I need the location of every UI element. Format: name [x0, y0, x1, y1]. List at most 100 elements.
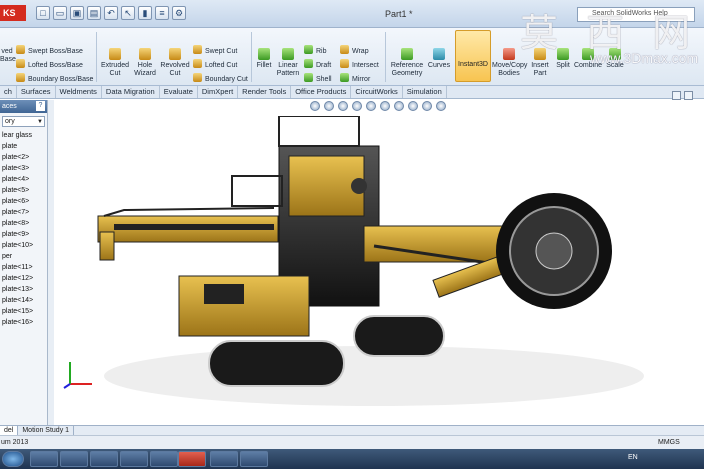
- save-icon[interactable]: ▣: [70, 6, 84, 20]
- appearance-list-item[interactable]: plate<3>: [0, 163, 47, 174]
- appearance-list-item[interactable]: plate<11>: [0, 262, 47, 273]
- wrap-button[interactable]: Wrap: [340, 45, 369, 56]
- file-properties-icon[interactable]: ≡: [155, 6, 169, 20]
- appearance-list-item[interactable]: lear glass: [0, 130, 47, 141]
- taskbar-solidworks-icon[interactable]: [178, 451, 206, 467]
- new-file-icon[interactable]: □: [36, 6, 50, 20]
- appearance-list-item[interactable]: per: [0, 251, 47, 262]
- tab-weldments[interactable]: Weldments: [56, 86, 102, 98]
- hole-wizard-button[interactable]: Hole Wizard: [131, 48, 159, 78]
- appearance-list-item[interactable]: plate<9>: [0, 229, 47, 240]
- boom-end: [99, 231, 115, 261]
- help-icon[interactable]: ?: [36, 101, 45, 111]
- linear-pattern-button[interactable]: Linear Pattern: [275, 48, 301, 78]
- display-style-icon[interactable]: [380, 101, 390, 111]
- view-settings-icon[interactable]: [436, 101, 446, 111]
- taskbar-app2-icon[interactable]: [150, 451, 178, 467]
- intersect-button[interactable]: Intersect: [340, 59, 379, 70]
- rebuild-icon[interactable]: ▮: [138, 6, 152, 20]
- start-button-icon[interactable]: [2, 451, 24, 467]
- appearance-list-item[interactable]: plate<16>: [0, 317, 47, 328]
- tab-dimxpert[interactable]: DimXpert: [198, 86, 239, 98]
- tab-render-tools[interactable]: Render Tools: [238, 86, 292, 98]
- appearance-list-item[interactable]: plate<15>: [0, 306, 47, 317]
- select-icon[interactable]: ↖: [121, 6, 135, 20]
- extruded-cut-button[interactable]: Extruded Cut: [100, 48, 130, 78]
- taskbar-folder-icon[interactable]: [60, 451, 88, 467]
- reference-geometry-icon: [401, 48, 413, 60]
- taskbar-app3-icon[interactable]: [210, 451, 238, 467]
- category-dropdown[interactable]: ory ▼: [2, 116, 45, 127]
- hole-wizard-label: Hole Wizard: [134, 62, 156, 77]
- appearance-list-item[interactable]: plate<14>: [0, 295, 47, 306]
- tab-motion-study[interactable]: Motion Study 1: [18, 426, 75, 435]
- appearance-list-item[interactable]: plate<4>: [0, 174, 47, 185]
- appearance-list-item[interactable]: plate<2>: [0, 152, 47, 163]
- open-file-icon[interactable]: ▭: [53, 6, 67, 20]
- swept-boss-button[interactable]: Swept Boss/Base: [16, 45, 83, 56]
- appearance-list-item[interactable]: plate: [0, 141, 47, 152]
- tab-simulation[interactable]: Simulation: [403, 86, 447, 98]
- boundary-boss-button[interactable]: Boundary Boss/Base: [16, 73, 93, 84]
- undo-icon[interactable]: ↶: [104, 6, 118, 20]
- taskbar-media-icon[interactable]: [120, 451, 148, 467]
- apply-scene-icon[interactable]: [422, 101, 432, 111]
- graphics-area[interactable]: [54, 115, 704, 425]
- appearance-list-item[interactable]: plate<6>: [0, 196, 47, 207]
- zoom-to-fit-icon[interactable]: [310, 101, 320, 111]
- taskbar-app-icon[interactable]: [90, 451, 118, 467]
- view-orientation-icon[interactable]: [366, 101, 376, 111]
- instant3d-button[interactable]: Instant3D: [455, 30, 491, 82]
- tab-evaluate[interactable]: Evaluate: [160, 86, 198, 98]
- mirror-button[interactable]: Mirror: [340, 73, 370, 84]
- lofted-cut-button[interactable]: Lofted Cut: [193, 59, 237, 70]
- crawler-track-right: [353, 315, 445, 357]
- side-railing: [231, 175, 283, 207]
- unit-system[interactable]: MMGS: [658, 439, 680, 446]
- appearances-task-panel: aces? ory ▼ lear glass plate plate<2> plate<…: [0, 100, 48, 425]
- tile-icon[interactable]: [672, 91, 681, 100]
- tab-model[interactable]: del: [0, 426, 19, 435]
- appearance-list-item[interactable]: plate<12>: [0, 273, 47, 284]
- hide-show-icon[interactable]: [394, 101, 404, 111]
- lofted-boss-label: Lofted Boss/Base: [28, 62, 83, 69]
- appearance-list-item[interactable]: plate<8>: [0, 218, 47, 229]
- shell-button[interactable]: Shell: [304, 73, 332, 84]
- tab-sketch[interactable]: ch: [0, 86, 17, 98]
- tab-circuitworks[interactable]: CircuitWorks: [351, 86, 403, 98]
- zoom-area-icon[interactable]: [324, 101, 334, 111]
- extruded-boss-button[interactable]: ved Base: [0, 48, 16, 64]
- draft-button[interactable]: Draft: [304, 59, 331, 70]
- tab-surfaces[interactable]: Surfaces: [17, 86, 56, 98]
- panel-title: aces: [2, 103, 17, 110]
- solidworks-logo[interactable]: KS: [0, 5, 26, 21]
- draft-icon: [304, 59, 313, 68]
- rib-icon: [304, 45, 313, 54]
- rib-button[interactable]: Rib: [304, 45, 327, 56]
- taskbar-app4-icon[interactable]: [240, 451, 268, 467]
- language-indicator[interactable]: EN: [628, 454, 638, 461]
- taskbar-chrome-icon[interactable]: [30, 451, 58, 467]
- revolved-cut-button[interactable]: Revolved Cut: [159, 48, 191, 78]
- swept-cut-button[interactable]: Swept Cut: [193, 45, 237, 56]
- appearance-list-item[interactable]: plate<7>: [0, 207, 47, 218]
- tab-office-products[interactable]: Office Products: [291, 86, 352, 98]
- mirror-icon: [340, 73, 349, 82]
- edit-appearance-icon[interactable]: [408, 101, 418, 111]
- previous-view-icon[interactable]: [338, 101, 348, 111]
- options-icon[interactable]: ⚙: [172, 6, 186, 20]
- appearance-list-item[interactable]: plate<13>: [0, 284, 47, 295]
- curves-button[interactable]: Curves: [427, 48, 451, 70]
- ribbon-separator: [96, 32, 97, 82]
- appearance-list-item[interactable]: plate<5>: [0, 185, 47, 196]
- tab-data-migration[interactable]: Data Migration: [102, 86, 160, 98]
- fillet-button[interactable]: Fillet: [254, 48, 274, 70]
- restore-icon[interactable]: [684, 91, 693, 100]
- section-view-icon[interactable]: [352, 101, 362, 111]
- appearance-list-item[interactable]: plate<10>: [0, 240, 47, 251]
- print-icon[interactable]: ▤: [87, 6, 101, 20]
- lofted-boss-button[interactable]: Lofted Boss/Base: [16, 59, 83, 70]
- boundary-cut-button[interactable]: Boundary Cut: [193, 73, 248, 84]
- reference-geometry-button[interactable]: Reference Geometry: [388, 48, 426, 78]
- curves-label: Curves: [427, 62, 451, 69]
